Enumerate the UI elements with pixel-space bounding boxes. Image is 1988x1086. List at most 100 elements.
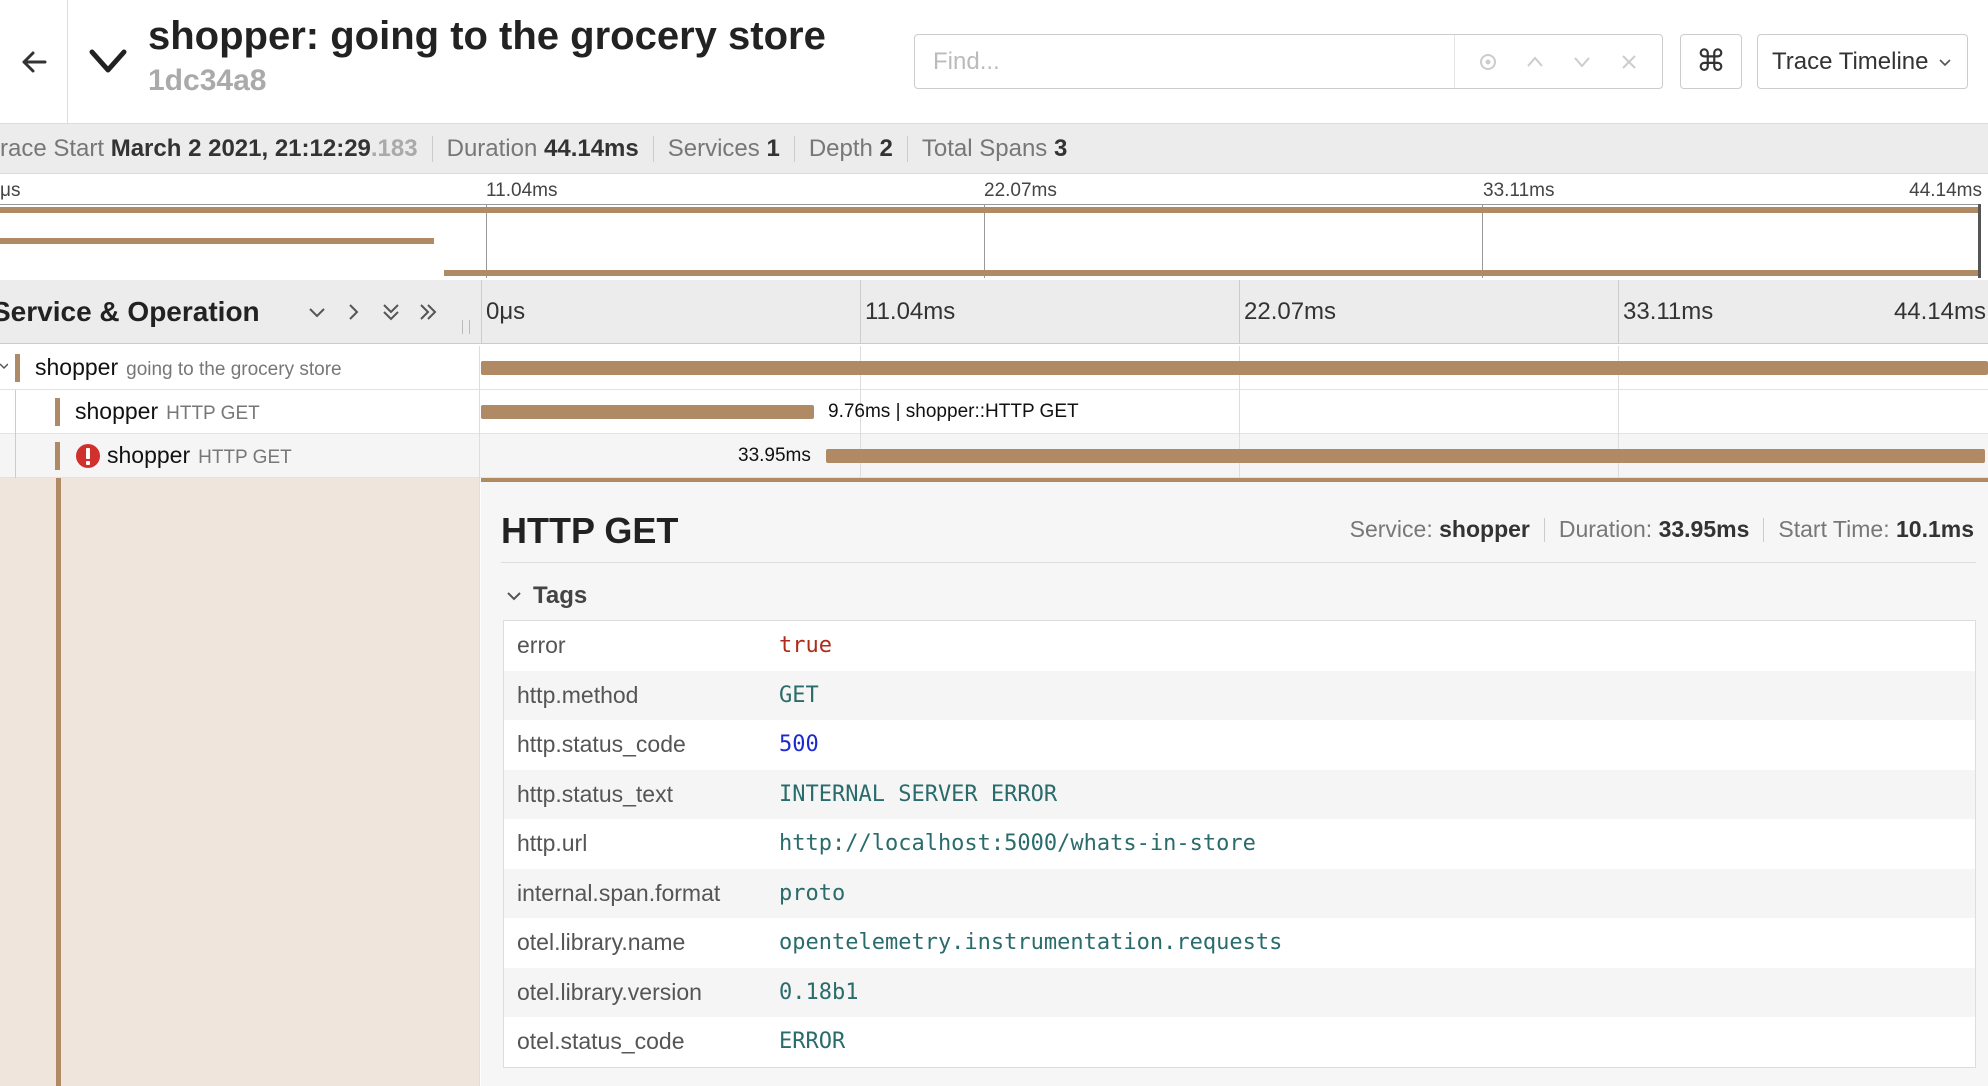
expand-all-icon[interactable] [414, 298, 442, 326]
tag-row[interactable]: internal.span.format proto [504, 868, 1975, 918]
span-name-cell[interactable]: shopper HTTP GET [0, 390, 480, 434]
span-name-cell[interactable]: shopper HTTP GET [0, 434, 480, 478]
detail-start-time: 10.1ms [1895, 516, 1974, 542]
span-bar[interactable] [825, 449, 1985, 463]
minimap-gridline [1482, 204, 1483, 278]
collapse-all-icon[interactable] [377, 298, 405, 326]
timeline-tick: 0μs [486, 298, 526, 325]
tag-value: http://localhost:5000/whats-in-store [779, 831, 1256, 857]
chevron-down-icon[interactable] [0, 360, 8, 374]
minimap-span-bar [0, 207, 1978, 213]
find-input[interactable] [915, 35, 1454, 88]
tree-line [15, 434, 16, 478]
span-timeline-cell[interactable]: 9.76ms | shopper::HTTP GET [481, 390, 1988, 434]
trace-services: Services 1 [667, 134, 780, 162]
trace-start: race Start March 2 2021, 21:12:29.183 [0, 134, 418, 162]
service-operation-title: Service & Operation [0, 296, 260, 327]
span-timeline-cell[interactable] [481, 346, 1988, 390]
trace-summary: race Start March 2 2021, 21:12:29.183 Du… [0, 124, 1988, 174]
chevron-up-icon[interactable] [1521, 48, 1549, 76]
tag-key: http.status_code [517, 731, 686, 758]
span-bar-label: 9.76ms | shopper::HTTP GET [828, 401, 1079, 422]
chevron-down-icon [1939, 58, 1951, 66]
tag-row[interactable]: otel.status_code ERROR [504, 1017, 1975, 1067]
tag-row[interactable]: http.status_code 500 [504, 720, 1975, 770]
timeline-tick: 33.11ms [1623, 298, 1714, 325]
service-color-mark [55, 442, 60, 470]
detail-service: shopper [1439, 516, 1530, 542]
minimap-tick: 11.04ms [486, 180, 558, 201]
back-button[interactable] [0, 0, 68, 124]
trace-header: shopper: going to the grocery store 1dc3… [0, 0, 1988, 124]
service-color-mark [56, 478, 61, 1086]
keyboard-shortcuts-button[interactable]: ⌘ [1680, 34, 1742, 89]
expand-one-icon[interactable] [339, 298, 367, 326]
minimap-gridline [486, 204, 487, 278]
chevron-down-icon[interactable] [88, 44, 128, 78]
span-timeline-cell[interactable]: 33.95ms [481, 434, 1988, 478]
tag-value: GET [779, 682, 819, 708]
locate-icon[interactable] [1474, 48, 1502, 76]
trace-id: 1dc34a8 [148, 64, 267, 97]
gridline [1618, 390, 1619, 434]
minimap-handle[interactable] [1978, 204, 1981, 278]
detail-left-gutter [0, 478, 480, 1086]
tag-row[interactable]: otel.library.name opentelemetry.instrumen… [504, 918, 1975, 968]
span-row[interactable]: shopper HTTP GET 9.76ms | shopper::HTTP G… [0, 390, 1988, 434]
tag-key: http.status_text [517, 780, 673, 807]
minimap-span-bar [444, 270, 1978, 276]
header-gridline [860, 280, 861, 344]
service-color-mark [55, 398, 60, 426]
tags-table: error true http.method GET http.status_code 5… [503, 620, 1976, 1068]
trace-duration: Duration 44.14ms [446, 134, 639, 162]
span-detail-panel: HTTP GET Service: shopper Duration: 33.9… [481, 482, 1988, 1086]
tag-row[interactable]: http.url http://localhost:5000/whats-in-s… [504, 819, 1975, 869]
tag-row[interactable]: error true [504, 621, 1975, 671]
tag-row[interactable]: http.status_text INTERNAL SERVER ERROR [504, 769, 1975, 819]
chevron-down-icon[interactable] [1568, 48, 1596, 76]
tag-key: http.method [517, 681, 639, 708]
collapse-one-icon[interactable] [303, 298, 331, 326]
header-gridline [1618, 280, 1619, 344]
tag-row[interactable]: otel.library.version 0.18b1 [504, 967, 1975, 1017]
trace-depth: Depth 2 [808, 134, 893, 162]
header-gridline [1239, 280, 1240, 344]
close-icon[interactable] [1615, 48, 1643, 76]
detail-divider [501, 562, 1976, 563]
view-select-label: Trace Timeline [1772, 47, 1929, 75]
gridline [1239, 390, 1240, 434]
resize-handle[interactable] [462, 320, 470, 334]
tag-value: proto [779, 880, 846, 906]
minimap-axis [0, 204, 1980, 205]
tags-toggle[interactable]: Tags [505, 582, 587, 610]
find-box [914, 34, 1663, 89]
trace-minimap[interactable]: μs 11.04ms 22.07ms 33.11ms 44.14ms [0, 176, 1988, 280]
span-service: shopper [35, 354, 119, 380]
span-bar[interactable] [481, 361, 1988, 375]
span-row[interactable]: shopper going to the grocery store [0, 346, 1988, 390]
view-select[interactable]: Trace Timeline [1757, 34, 1968, 89]
tree-line [15, 390, 16, 434]
tag-key: otel.status_code [517, 1028, 685, 1055]
find-controls [1454, 35, 1662, 88]
tag-value: ERROR [779, 1029, 846, 1055]
timeline-tick: 11.04ms [865, 298, 956, 325]
span-operation: HTTP GET [166, 403, 260, 424]
span-service: shopper [107, 442, 191, 468]
timeline-tick: 44.14ms [1893, 298, 1986, 325]
span-detail-meta: Service: shopper Duration: 33.95ms Start… [1349, 516, 1974, 542]
span-name-cell[interactable]: shopper going to the grocery store [0, 346, 480, 390]
trace-total-spans: Total Spans 3 [921, 134, 1068, 162]
trace-title: shopper: going to the grocery store [148, 14, 826, 58]
command-icon: ⌘ [1696, 45, 1726, 78]
tag-row[interactable]: http.method GET [504, 670, 1975, 720]
tag-value: 0.18b1 [779, 979, 859, 1005]
service-color-mark [15, 354, 20, 382]
header-divider [481, 280, 482, 344]
tag-value: INTERNAL SERVER ERROR [779, 781, 1058, 807]
span-row-selected[interactable]: shopper HTTP GET 33.95ms [0, 434, 1988, 478]
tag-key: http.url [517, 830, 588, 857]
span-operation: HTTP GET [198, 447, 292, 468]
span-bar[interactable] [481, 405, 815, 419]
minimap-tick: 33.11ms [1483, 180, 1555, 201]
